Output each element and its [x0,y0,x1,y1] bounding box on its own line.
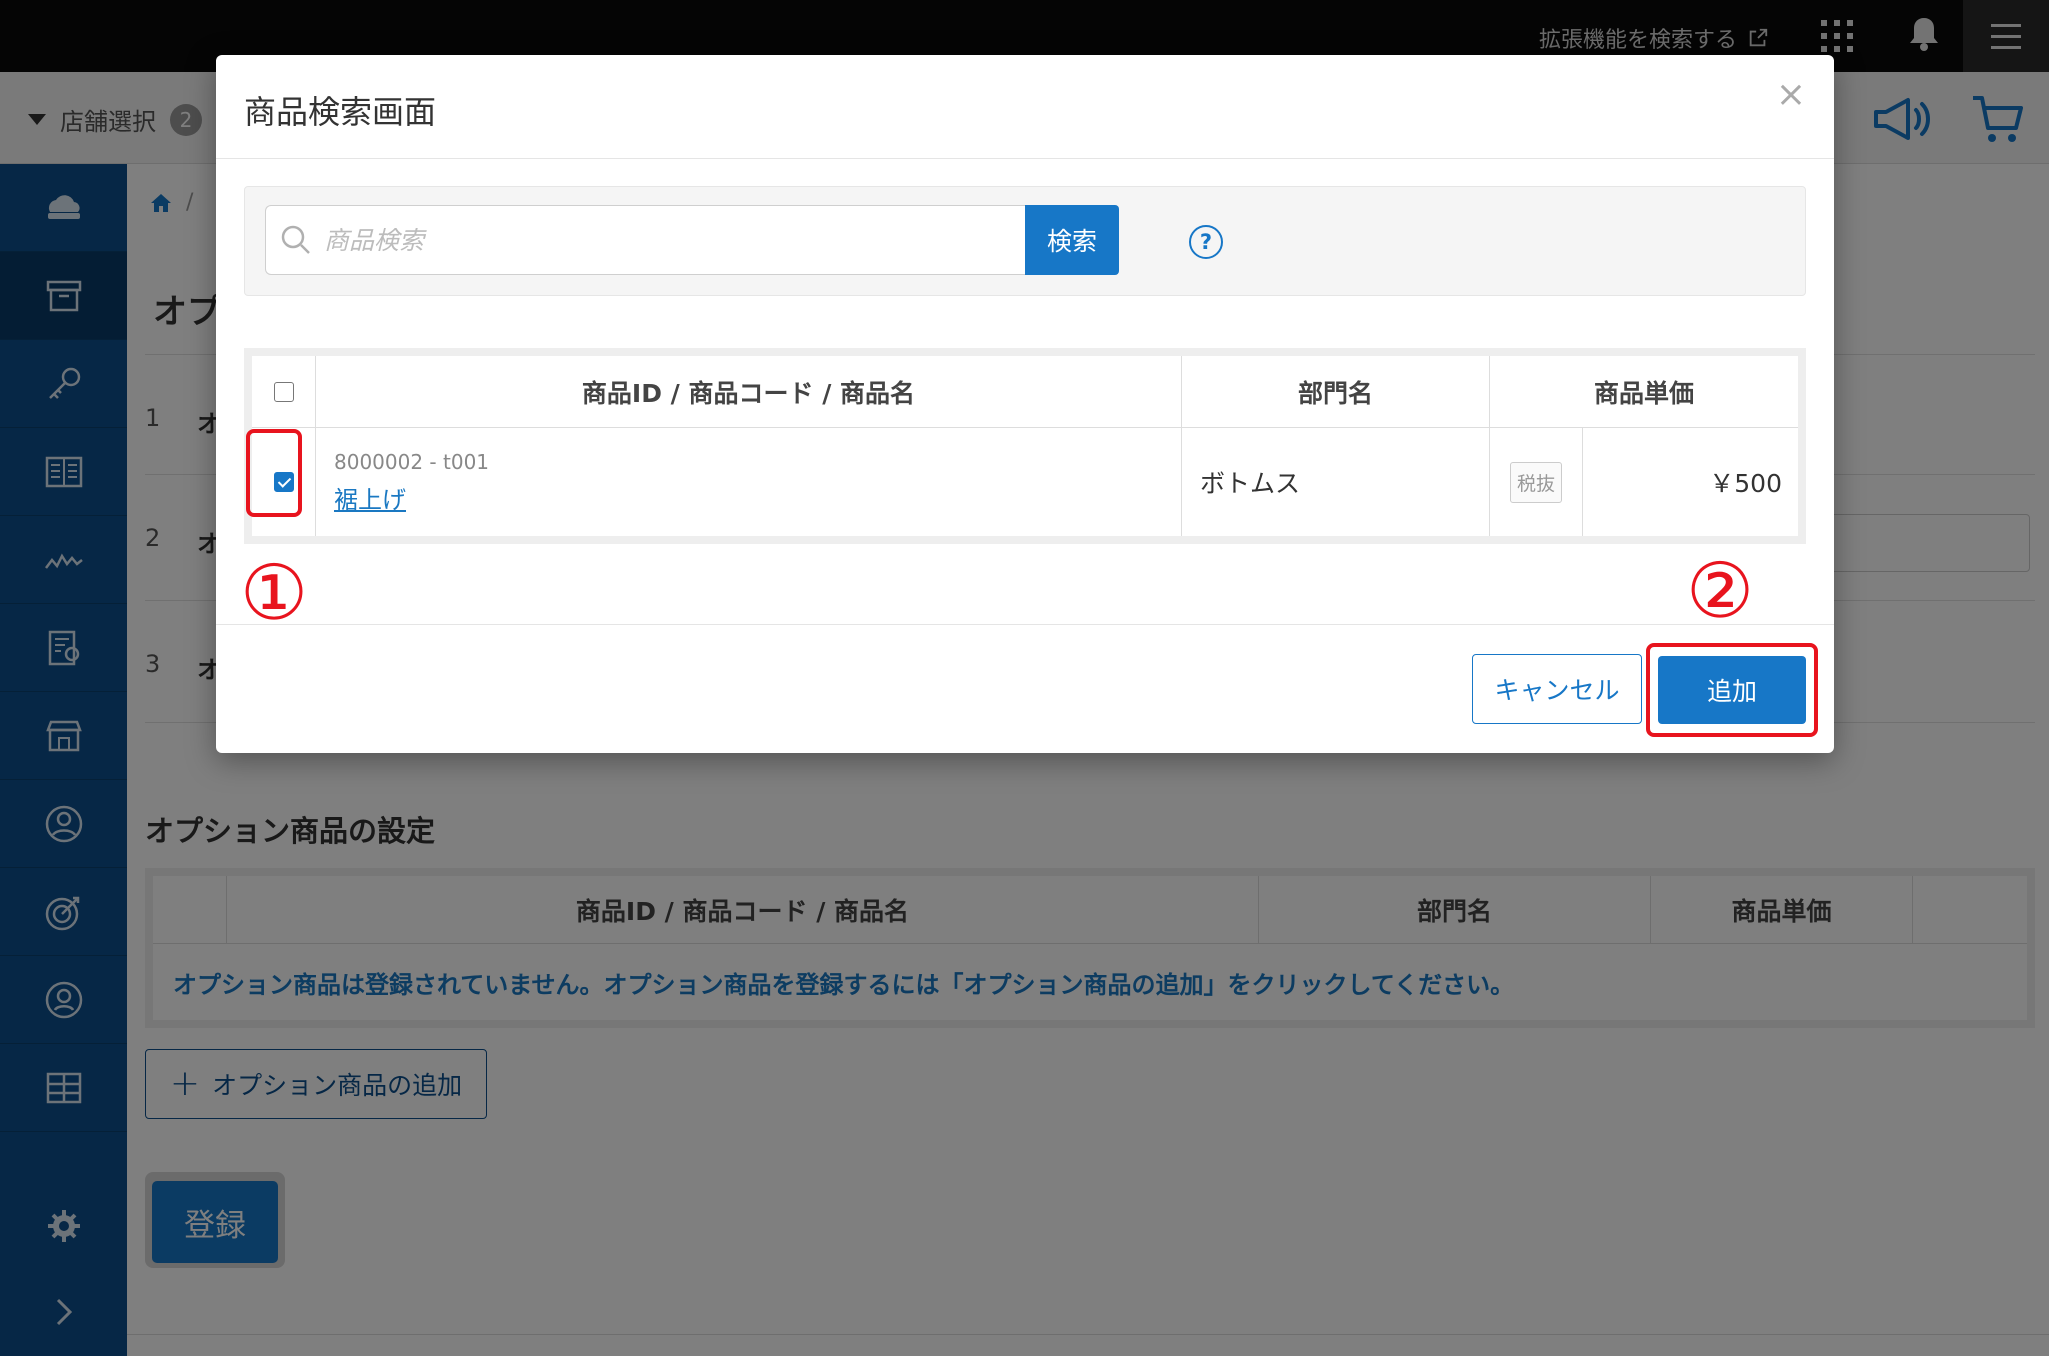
table-row: 8000002 - t001 裾上げ ボトムス 税抜 ￥500 [252,428,1798,536]
department-cell: ボトムス [1182,428,1490,536]
step1-marker: ① [240,548,309,637]
column-header: 商品単価 [1593,378,1694,408]
help-icon[interactable]: ? [1189,225,1223,259]
modal-header: 商品検索画面 × [216,55,1834,159]
product-search-modal: 商品検索画面 × 検索 ? 商品ID / 商品コード / 商品名 部門名 商品単… [216,55,1834,753]
search-icon [281,225,310,254]
column-header: 商品ID / 商品コード / 商品名 [316,356,1182,427]
select-all-checkbox[interactable] [273,381,294,402]
close-icon[interactable]: × [1776,77,1806,113]
search-results-table: 商品ID / 商品コード / 商品名 部門名 商品単価 8000002 - t0… [244,348,1806,544]
tax-cell: 税抜 [1490,428,1583,536]
search-input[interactable] [324,225,1004,255]
step2-marker: ② [1686,546,1755,635]
step1-highlight [246,429,302,517]
price-cell: ￥500 [1709,469,1782,498]
table-header: 商品ID / 商品コード / 商品名 部門名 商品単価 [252,356,1798,428]
select-all-cell [252,356,316,427]
column-header: 部門名 [1182,356,1490,427]
product-name-link[interactable]: 裾上げ [334,480,406,515]
product-code: 8000002 - t001 [334,449,490,474]
search-button[interactable]: 検索 [1025,205,1119,275]
modal-title: 商品検索画面 [244,93,437,131]
modal-footer-divider [216,624,1834,625]
cancel-button[interactable]: キャンセル [1472,654,1642,724]
step2-highlight [1646,643,1818,737]
search-panel: 検索 ? [244,186,1806,296]
search-field-wrapper [265,205,1025,275]
tax-badge: 税抜 [1509,461,1562,503]
product-name-cell: 8000002 - t001 裾上げ [316,428,1182,536]
